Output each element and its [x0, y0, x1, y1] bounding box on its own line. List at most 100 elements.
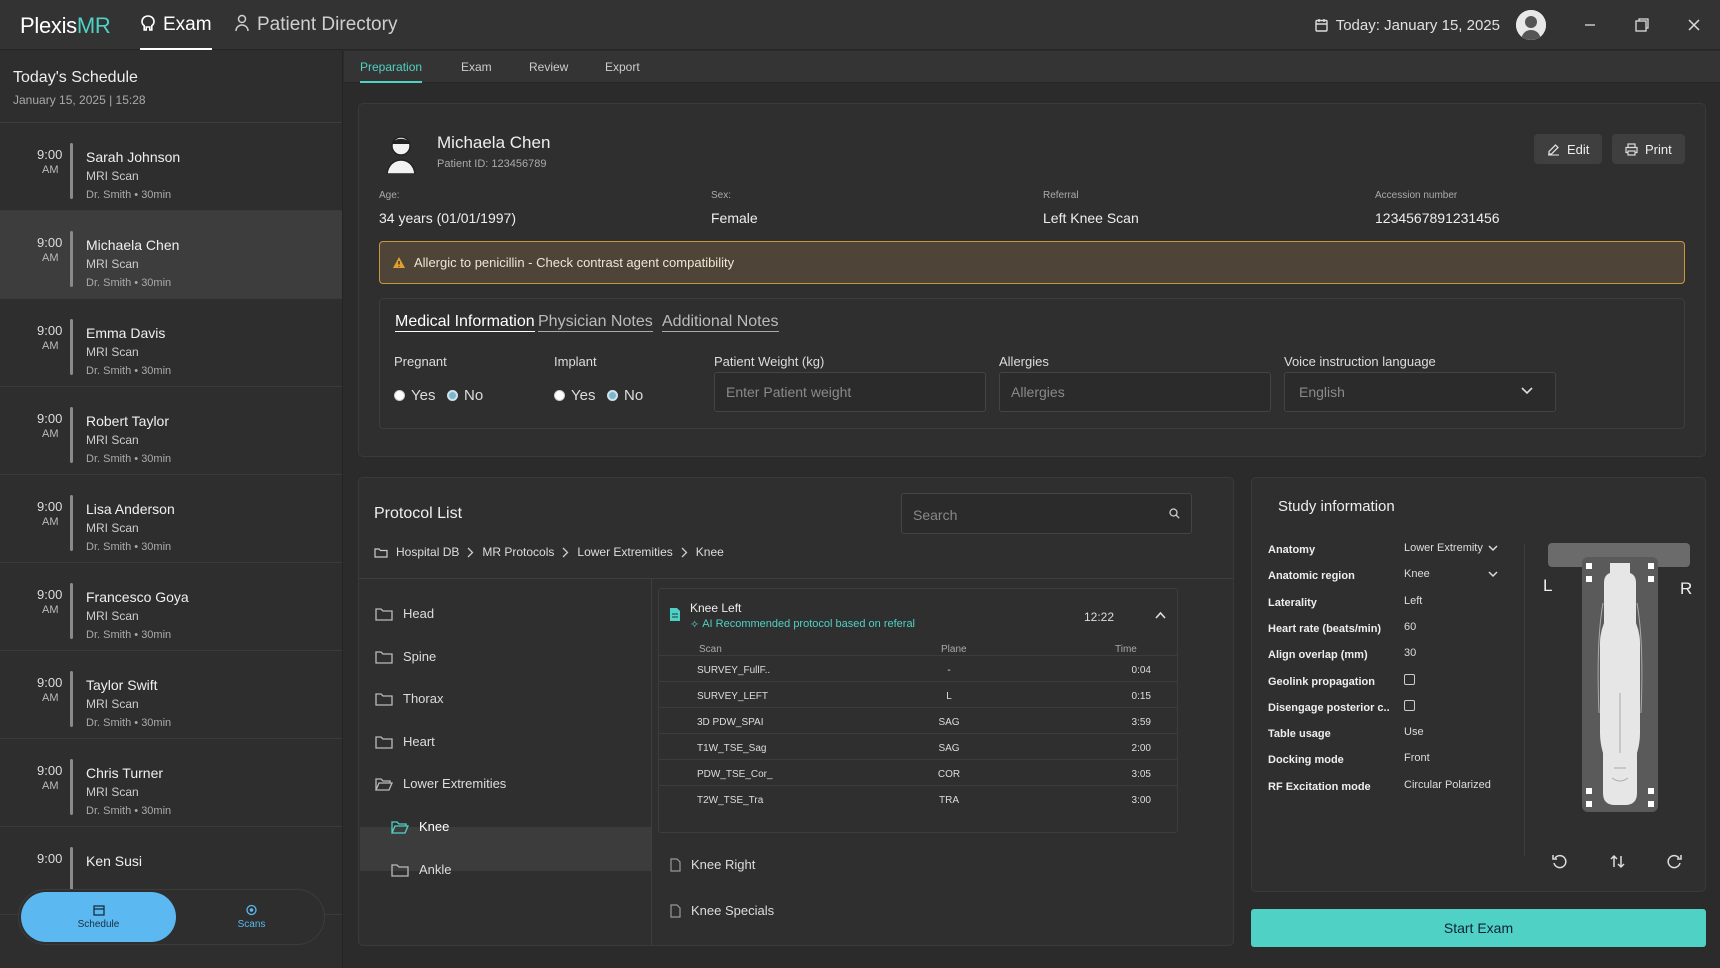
appointment-ampm: AM [42, 428, 59, 440]
appointment-time: 9:00 [37, 323, 63, 338]
appointment-ampm: AM [42, 692, 59, 704]
scan-row[interactable]: T1W_TSE_Sag SAG 2:00 [659, 733, 1177, 761]
study-field-checkbox[interactable] [1404, 673, 1415, 685]
nav-tab-exam[interactable]: Exam [140, 14, 212, 50]
appointment-item[interactable]: 9:00 AM Robert Taylor MRI Scan Dr. Smith • 3… [0, 387, 342, 475]
breadcrumb-lower-extremities[interactable]: Lower Extremities [577, 545, 672, 559]
implant-yes-radio[interactable]: Yes [554, 387, 595, 404]
scan-row[interactable]: PDW_TSE_Cor_ COR 3:05 [659, 759, 1177, 787]
tab-additional-notes[interactable]: Additional Notes [662, 313, 779, 332]
exam-subtabs: Preparation Exam Review Export [344, 51, 1720, 83]
appointment-item[interactable]: 9:00 AM Lisa Anderson MRI Scan Dr. Smith • 3… [0, 475, 342, 563]
folder-knee[interactable]: Knee [391, 819, 449, 834]
calendar-icon [1315, 18, 1328, 32]
folder-open-icon [391, 820, 409, 834]
study-field-label: RF Excitation mode [1268, 780, 1371, 793]
appointment-time: 9:00 [37, 675, 63, 690]
allergies-input[interactable]: Allergies [999, 372, 1271, 412]
top-bar: PlexisMR Exam Patient Directory Today: J… [0, 0, 1720, 50]
scan-row[interactable]: T2W_TSE_Tra TRA 3:00 [659, 785, 1177, 813]
implant-no-radio[interactable]: No [607, 387, 643, 404]
study-field-label: Table usage [1268, 728, 1331, 741]
edit-button[interactable]: Edit [1534, 134, 1603, 164]
language-label: Voice instruction language [1284, 354, 1436, 369]
close-button[interactable] [1668, 0, 1720, 50]
sparkle-icon: ✧ [690, 619, 700, 631]
language-select[interactable]: English [1284, 372, 1556, 412]
patient-avatar [381, 130, 421, 174]
flip-vertical-icon[interactable] [1610, 854, 1625, 869]
file-icon [670, 903, 681, 918]
study-field-label: Align overlap (mm) [1268, 649, 1368, 662]
tab-physician-notes[interactable]: Physician Notes [538, 313, 653, 332]
divider [1524, 544, 1525, 856]
restore-button[interactable] [1616, 0, 1668, 50]
folder-spine[interactable]: Spine [375, 649, 436, 664]
breadcrumb-mr-protocols[interactable]: MR Protocols [482, 545, 554, 559]
appointment-item[interactable]: 9:00 AM Francesco Goya MRI Scan Dr. Smith • … [0, 563, 342, 651]
appointment-time: 9:00 [37, 147, 63, 162]
patient-weight-input[interactable]: Enter Patient weight [714, 372, 986, 412]
field-referral: Referral Left Knee Scan [1043, 190, 1139, 226]
folder-head[interactable]: Head [375, 606, 434, 621]
appointment-type: MRI Scan [86, 345, 139, 359]
appointment-doctor: Dr. Smith • 30min [86, 717, 172, 729]
study-field-value: Left [1404, 594, 1423, 607]
appointment-doctor: Dr. Smith • 30min [86, 805, 172, 817]
rotate-right-icon[interactable] [1667, 854, 1682, 869]
appointment-item[interactable]: 9:00 AM Michaela Chen MRI Scan Dr. Smith • 3… [0, 211, 342, 299]
chevron-right-icon [467, 547, 474, 558]
appointment-type: MRI Scan [86, 521, 139, 535]
appointment-item[interactable]: 9:00 AM Chris Turner MRI Scan Dr. Smith • 30… [0, 739, 342, 827]
minimize-button[interactable] [1564, 0, 1616, 50]
pregnant-label: Pregnant [394, 354, 447, 369]
schedule-nav-button[interactable]: Schedule [21, 892, 176, 942]
protocol-knee-right[interactable]: Knee Right [670, 857, 755, 872]
folder-ankle[interactable]: Ankle [391, 862, 452, 877]
tab-review[interactable]: Review [529, 60, 568, 83]
folder-thorax[interactable]: Thorax [375, 691, 443, 706]
study-field-select[interactable]: Lower Extremity [1404, 542, 1483, 554]
scan-name: 3D PDW_SPAI [697, 717, 764, 728]
divider [359, 578, 1233, 579]
scan-name: T2W_TSE_Tra [697, 795, 764, 806]
scan-time: 3:00 [1131, 795, 1151, 806]
study-field-checkbox[interactable] [1404, 699, 1415, 711]
nav-tab-patient-directory[interactable]: Patient Directory [234, 14, 397, 50]
protocol-search-input[interactable]: Search [901, 493, 1192, 534]
scan-row[interactable]: SURVEY_FullF.. - 0:04 [659, 655, 1177, 683]
folder-lower-extremities[interactable]: Lower Extremities [375, 776, 506, 791]
patient-position-diagram[interactable] [1538, 543, 1694, 828]
appointment-item[interactable]: 9:00 AM Sarah Johnson MRI Scan Dr. Smith • 3… [0, 123, 342, 211]
pregnant-no-radio[interactable]: No [447, 387, 483, 404]
start-exam-button[interactable]: Start Exam [1251, 909, 1706, 947]
radio-circle [394, 390, 405, 401]
appointment-ampm: AM [42, 340, 59, 352]
protocol-card-knee-left[interactable]: Knee Left ✧ AI Recommended protocol based… [658, 588, 1178, 833]
scan-plane: TRA [939, 795, 959, 806]
tab-medical-information[interactable]: Medical Information [395, 313, 535, 332]
tab-exam[interactable]: Exam [461, 60, 492, 83]
radio-circle-selected [447, 390, 458, 401]
protocol-knee-specials[interactable]: Knee Specials [670, 903, 774, 918]
appointment-patient-name: Chris Turner [86, 765, 164, 781]
print-button[interactable]: Print [1612, 134, 1685, 164]
col-time: Time [1115, 644, 1137, 655]
folder-heart[interactable]: Heart [375, 734, 435, 749]
scan-time: 2:00 [1131, 743, 1151, 754]
tab-preparation[interactable]: Preparation [360, 60, 423, 83]
study-field-select[interactable]: Knee [1404, 568, 1430, 580]
scan-row[interactable]: 3D PDW_SPAI SAG 3:59 [659, 707, 1177, 735]
scan-row[interactable]: SURVEY_LEFT L 0:15 [659, 681, 1177, 709]
appointment-item[interactable]: 9:00 AM Emma Davis MRI Scan Dr. Smith • 30mi… [0, 299, 342, 387]
tab-export[interactable]: Export [605, 60, 640, 83]
chevron-up-icon[interactable] [1155, 611, 1166, 619]
breadcrumb-hospital-db[interactable]: Hospital DB [396, 545, 459, 559]
user-avatar[interactable] [1516, 10, 1546, 40]
appointment-item[interactable]: 9:00 AM Taylor Swift MRI Scan Dr. Smith • 30… [0, 651, 342, 739]
appointment-patient-name: Emma Davis [86, 325, 166, 341]
scans-nav-button[interactable]: Scans [184, 892, 319, 942]
pregnant-yes-radio[interactable]: Yes [394, 387, 435, 404]
breadcrumb-knee[interactable]: Knee [696, 545, 724, 559]
rotate-left-icon[interactable] [1552, 854, 1567, 869]
